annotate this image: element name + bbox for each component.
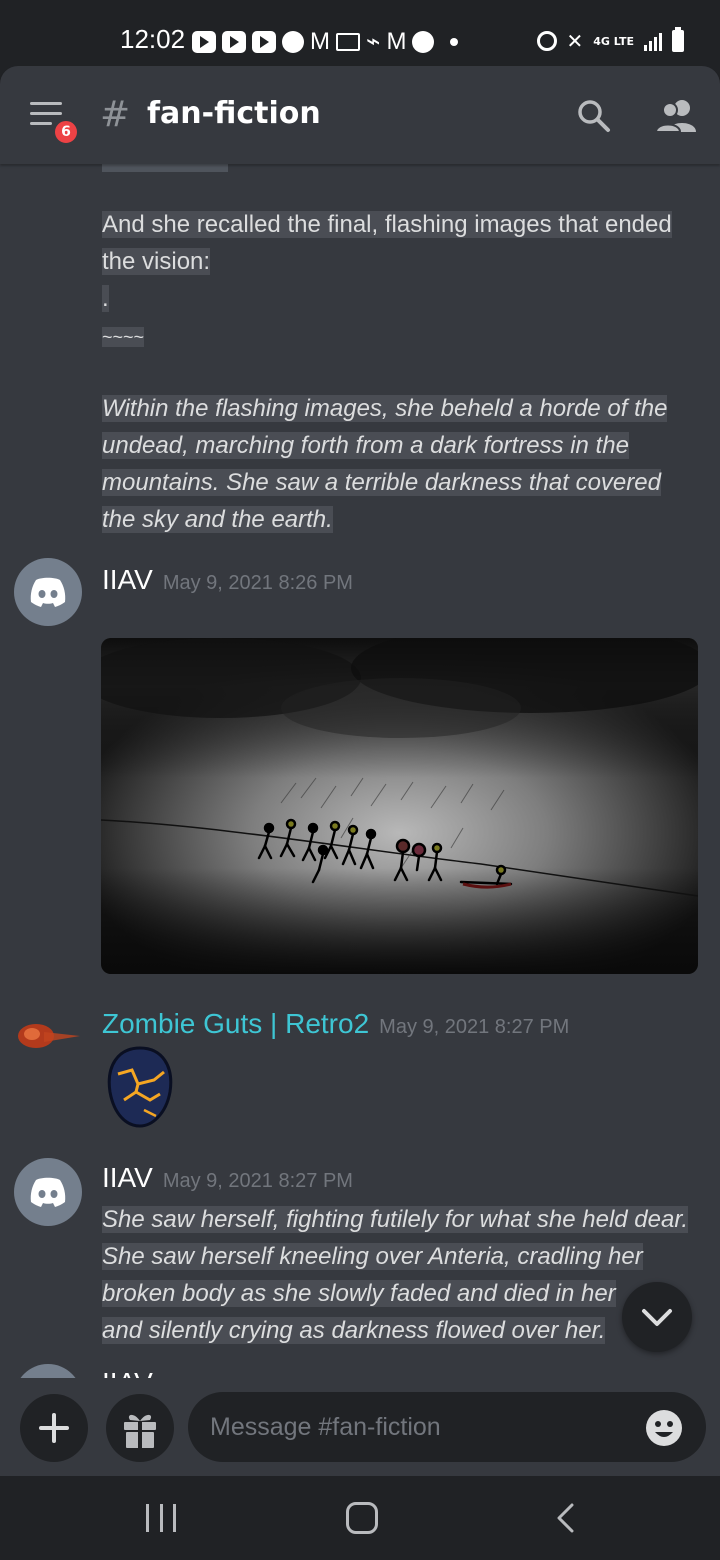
channel-header: 6 # fan-fiction [0, 66, 720, 164]
image-attachment[interactable] [101, 638, 698, 974]
message-text: And she recalled the final, flashing ima… [102, 206, 672, 356]
add-attachment-button[interactable] [20, 1394, 88, 1462]
gift-button[interactable] [106, 1394, 174, 1462]
avatar[interactable] [14, 558, 82, 626]
message-timestamp: May 9, 2021 8:26 PM [162, 572, 353, 594]
youtube-icon [192, 31, 216, 53]
message-line: and silently crying as darkness flowed o… [102, 1317, 606, 1344]
author-name[interactable]: IIAV [102, 564, 153, 595]
cut-off-text [102, 164, 228, 172]
message-line: She saw herself kneeling over Anteria, c… [102, 1243, 643, 1270]
gift-icon [124, 1414, 156, 1448]
message-line: broken body as she slowly faded and died… [102, 1280, 616, 1307]
chevron-down-icon [642, 1309, 672, 1326]
message-timestamp: May 9, 2021 8:27 PM [379, 1016, 570, 1038]
gmail-icon: M [386, 28, 407, 55]
message-line: mountains. She saw a terrible darkness t… [102, 469, 661, 496]
avatar[interactable] [14, 1364, 82, 1378]
recent-apps-button[interactable] [146, 1504, 176, 1532]
tool-icon: ⌁ [366, 28, 381, 55]
message-line: the vision: [102, 248, 211, 275]
drawing-image [101, 638, 698, 974]
notification-icons: M ⌁ M [192, 28, 459, 56]
notification-badge: 6 [52, 118, 80, 146]
more-notifications-icon [450, 38, 459, 46]
home-button[interactable] [346, 1502, 378, 1534]
avatar[interactable] [14, 1158, 82, 1226]
discord-notification-icon [282, 31, 304, 53]
gmail-icon: M [310, 28, 330, 55]
mail-icon [336, 33, 360, 51]
message-line: ~~~~ [102, 327, 145, 347]
message-input[interactable] [188, 1392, 706, 1462]
youtube-icon [222, 31, 246, 53]
alarm-icon [536, 31, 557, 51]
message-line: And she recalled the final, flashing ima… [102, 211, 672, 238]
author-name[interactable]: IIAV [102, 1162, 153, 1193]
message-author[interactable]: IIAV May 9, 2021 8:27 PM [102, 1162, 353, 1194]
message-line: the sky and the earth. [102, 506, 333, 533]
search-icon[interactable] [576, 98, 612, 134]
message-composer [0, 1378, 720, 1476]
avatar[interactable] [14, 1016, 82, 1056]
message-line: undead, marching forth from a dark fortr… [102, 432, 629, 459]
back-button[interactable] [554, 1502, 576, 1534]
emoji-icon[interactable] [644, 1408, 684, 1448]
system-icons: ✕ 4G LTE [536, 27, 684, 54]
mask-sticker-image[interactable] [104, 1044, 176, 1130]
messenger-icon [412, 31, 435, 53]
message-author[interactable]: IIAV May 9, 2021 8:26 PM [102, 564, 353, 596]
plus-icon [39, 1413, 69, 1443]
message-text: She saw herself, fighting futilely for w… [102, 1201, 689, 1349]
status-bar: 12:02 M ⌁ M ✕ 4G LTE [0, 0, 720, 66]
mute-icon: ✕ [566, 29, 584, 53]
message-text: Within the flashing images, she beheld a… [102, 390, 668, 538]
message-line: Within the flashing images, she beheld a… [102, 395, 668, 422]
status-time: 12:02 [120, 24, 186, 54]
discord-logo-icon [30, 1177, 66, 1207]
members-icon[interactable] [656, 98, 698, 134]
message-timestamp: May 9, 2021 8:27 PM [162, 1170, 353, 1192]
channel-hash-icon: # [100, 94, 131, 135]
scroll-to-bottom-button[interactable] [622, 1282, 692, 1352]
author-name[interactable]: IIAV [102, 1367, 153, 1378]
message-author[interactable]: Zombie Guts | Retro2 May 9, 2021 8:27 PM [102, 1008, 569, 1040]
signal-icon [644, 31, 662, 51]
author-name[interactable]: Zombie Guts | Retro2 [102, 1008, 369, 1039]
battery-icon [672, 27, 684, 52]
message-line: She saw herself, fighting futilely for w… [102, 1206, 689, 1233]
message-line: . [102, 285, 109, 312]
message-list[interactable]: And she recalled the final, flashing ima… [0, 164, 720, 1378]
discord-logo-icon [30, 577, 66, 607]
channel-title[interactable]: fan-fiction [147, 96, 321, 131]
system-navigation-bar [0, 1476, 720, 1560]
network-type: 4G LTE [593, 34, 634, 48]
youtube-icon [252, 31, 276, 53]
